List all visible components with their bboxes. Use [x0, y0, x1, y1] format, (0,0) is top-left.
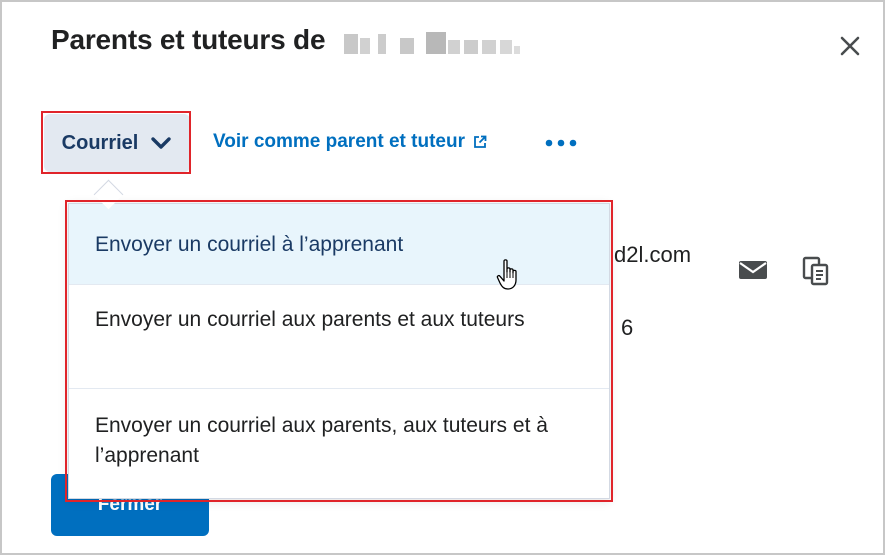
voir-comme-parent-label: Voir comme parent et tuteur — [213, 131, 465, 152]
hand-cursor-icon — [496, 259, 517, 290]
parent-phone-text: 6 — [621, 315, 634, 340]
dialog-title: Parents et tuteurs de — [51, 24, 326, 55]
parent-email-text: d2l.com — [614, 242, 692, 267]
redacted-name — [344, 32, 524, 54]
more-options-icon[interactable] — [543, 134, 579, 152]
courriel-highlight-outline — [41, 111, 191, 174]
dialog: Parents et tuteurs de d2l.com 6 Fermer C… — [0, 0, 885, 555]
copy-icon[interactable] — [801, 256, 831, 286]
close-icon[interactable] — [834, 30, 866, 62]
voir-comme-parent-link[interactable]: Voir comme parent et tuteur — [213, 131, 487, 153]
menu-highlight-outline — [65, 200, 613, 502]
mail-icon[interactable] — [738, 259, 768, 281]
external-link-icon — [474, 135, 487, 148]
